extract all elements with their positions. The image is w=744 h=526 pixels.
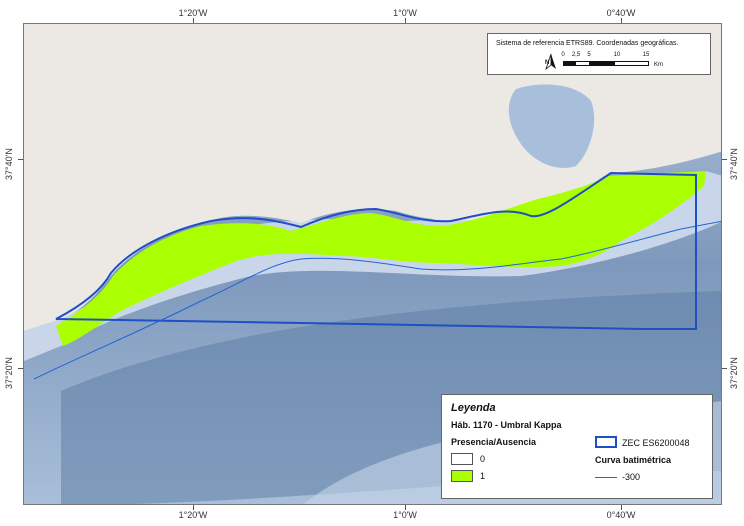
- lon-label-bottom: 1°0'W: [393, 510, 417, 520]
- tickmark: [722, 159, 727, 160]
- scale-label: 15: [642, 52, 650, 58]
- lat-label-left: 37°20'N: [4, 357, 14, 389]
- legend-title: Leyenda: [451, 402, 496, 414]
- tickmark: [18, 368, 23, 369]
- scale-label: 10: [613, 52, 621, 58]
- scale-label: 0: [561, 52, 565, 58]
- legend-label-bathy: -300: [622, 472, 641, 482]
- scale-bar: [563, 61, 649, 66]
- tickmark: [722, 368, 727, 369]
- scale-label: 5: [587, 52, 591, 58]
- legend-presence-title: Presencia/Ausencia: [451, 437, 537, 447]
- legend-subtitle: Háb. 1170 - Umbral Kappa: [451, 420, 562, 430]
- lon-label-bottom: 0°40'W: [606, 510, 636, 520]
- lon-label-top: 1°20'W: [178, 8, 208, 18]
- reference-system-text: Sistema de referencia ETRS89. Coordenada…: [496, 40, 679, 47]
- lon-label-top: 1°0'W: [393, 8, 417, 18]
- tickmark: [18, 159, 23, 160]
- legend-label-absence: 0: [480, 454, 486, 464]
- legend-bathy-title: Curva batimétrica: [595, 455, 672, 465]
- legend-swatch-bathy: [595, 477, 617, 478]
- map-legend: Leyenda Háb. 1170 - Umbral Kappa Presenc…: [441, 394, 713, 499]
- tickmark: [405, 18, 406, 23]
- lon-label-top: 0°40'W: [606, 8, 636, 18]
- scale-label: 2,5: [571, 52, 581, 58]
- lat-label-left: 37°40'N: [4, 148, 14, 180]
- legend-swatch-zec: [595, 436, 617, 448]
- lon-label-bottom: 1°20'W: [178, 510, 208, 520]
- legend-swatch-absence: [451, 453, 473, 465]
- north-label: N: [545, 60, 550, 66]
- tickmark: [193, 18, 194, 23]
- scale-unit: Km: [654, 62, 663, 68]
- legend-label-zec: ZEC ES6200048: [622, 438, 690, 448]
- tickmark: [621, 18, 622, 23]
- lat-label-right: 37°20'N: [729, 357, 739, 389]
- lat-label-right: 37°40'N: [729, 148, 739, 180]
- legend-label-presence: 1: [480, 471, 486, 481]
- legend-swatch-presence: [451, 470, 473, 482]
- reference-info-box: Sistema de referencia ETRS89. Coordenada…: [487, 33, 711, 75]
